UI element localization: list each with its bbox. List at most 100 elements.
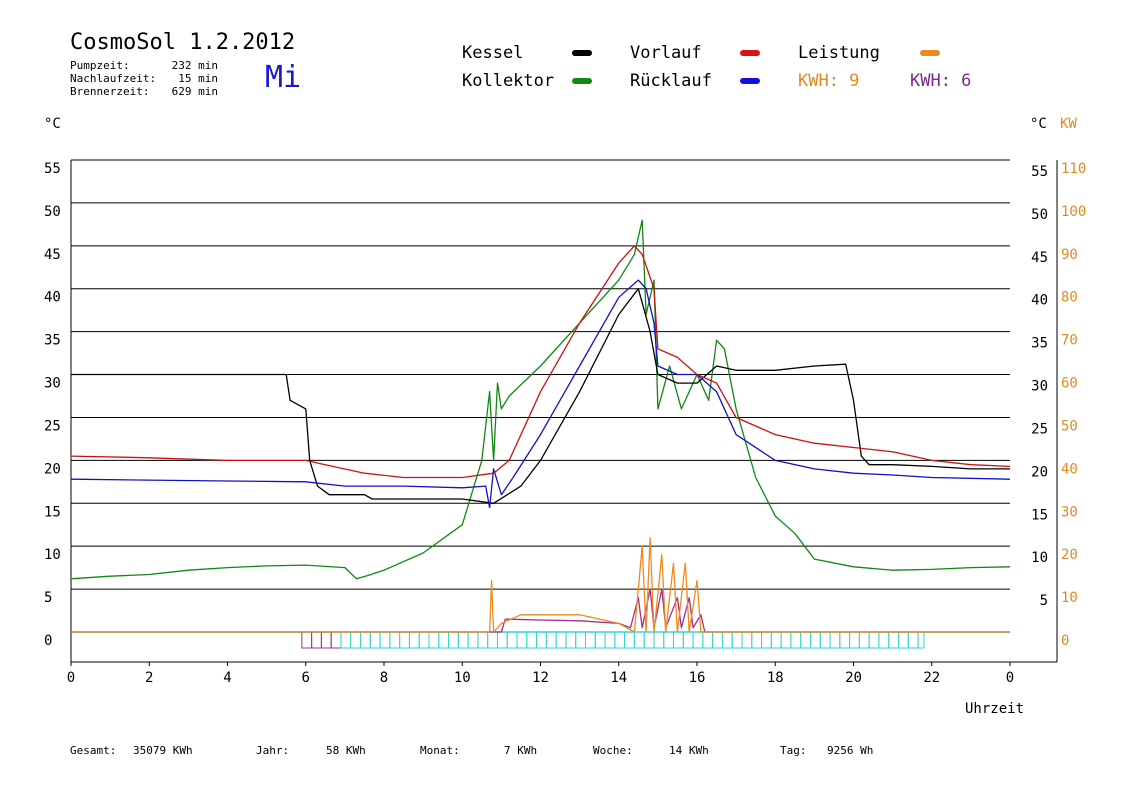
y2-tick-100: 100: [1061, 204, 1086, 220]
y-tick-left-40: 40: [44, 290, 61, 306]
pump-segment: [878, 631, 890, 649]
pump-segment: [643, 631, 655, 649]
y-tick-left-45: 45: [44, 247, 61, 263]
footer-monat-value: 7 KWh: [504, 744, 538, 757]
y-tick-left-15: 15: [44, 504, 61, 520]
x-tick-7: 14: [610, 670, 627, 686]
pump-segment: [526, 631, 538, 649]
footer-woche-value: 14 KWh: [669, 744, 709, 757]
pump-segment: [673, 631, 684, 649]
y2-tick-50: 50: [1061, 418, 1078, 434]
pump-segment: [692, 631, 704, 649]
pump-segment: [311, 631, 322, 649]
x-tick-6: 12: [532, 670, 549, 686]
pump-segment: [369, 631, 381, 649]
y-tick-right-5: 5: [1040, 593, 1048, 609]
pump-segment: [438, 631, 450, 649]
pump-segment: [487, 631, 498, 649]
pump-segment: [496, 631, 508, 649]
pump-segment: [536, 631, 547, 649]
y-tick-left-5: 5: [44, 590, 52, 606]
y2-tick-70: 70: [1061, 333, 1078, 349]
y-tick-left-50: 50: [44, 204, 61, 220]
y-tick-right-40: 40: [1031, 293, 1048, 309]
y2-tick-0: 0: [1061, 633, 1069, 649]
pump-segment: [399, 631, 410, 649]
series-line-kollektor: [70, 219, 1011, 580]
pump-segment: [702, 631, 714, 649]
pump-segment: [663, 631, 675, 649]
y2-tick-10: 10: [1061, 590, 1078, 606]
pump-segment: [604, 631, 616, 649]
footer-jahr-value: 58 KWh: [326, 744, 366, 757]
footer-tag-label: Tag:: [780, 744, 807, 757]
pump-segment: [800, 631, 811, 649]
y-tick-left-35: 35: [44, 333, 61, 349]
y-tick-left-20: 20: [44, 461, 61, 477]
pump-segment: [721, 631, 733, 649]
y2-tick-40: 40: [1061, 461, 1078, 477]
pump-segment: [360, 631, 371, 649]
y2-tick-20: 20: [1061, 547, 1078, 563]
footer-jahr-label: Jahr:: [256, 744, 290, 757]
footer-monat-label: Monat:: [420, 744, 460, 757]
x-tick-4: 8: [380, 670, 388, 686]
pump-segment: [330, 631, 342, 649]
pump-segment: [545, 631, 557, 649]
pump-segment: [320, 631, 332, 649]
y-tick-right-35: 35: [1031, 336, 1048, 352]
y-tick-right-10: 10: [1031, 550, 1048, 566]
y-tick-left-55: 55: [44, 161, 61, 177]
series-line-ruecklauf: [70, 279, 1011, 509]
x-tick-1: 2: [145, 670, 153, 686]
pump-segment: [858, 631, 870, 649]
y2-tick-30: 30: [1061, 504, 1078, 520]
pump-segment: [907, 631, 919, 649]
y-tick-right-20: 20: [1031, 464, 1048, 480]
pump-segment: [565, 631, 577, 649]
y-tick-right-50: 50: [1031, 207, 1048, 223]
pump-segment: [731, 631, 743, 649]
pump-segment: [301, 631, 313, 649]
y-tick-left-30: 30: [44, 376, 61, 392]
pump-segment: [467, 631, 479, 649]
y-tick-right-15: 15: [1031, 507, 1048, 523]
pump-segment: [624, 631, 635, 649]
pump-segment: [448, 631, 459, 649]
pump-segment: [408, 631, 420, 649]
pump-segment: [653, 631, 665, 649]
y-tick-right-30: 30: [1031, 379, 1048, 395]
pump-segment: [897, 631, 909, 649]
y2-tick-110: 110: [1061, 161, 1086, 177]
x-tick-0: 0: [67, 670, 75, 686]
footer-gesamt-value: 35079 KWh: [133, 744, 193, 757]
pump-segment: [633, 631, 645, 649]
pump-segment: [614, 631, 626, 649]
y2-tick-90: 90: [1061, 247, 1078, 263]
pump-segment: [888, 631, 899, 649]
pump-segment: [770, 631, 782, 649]
pump-segment: [506, 631, 518, 649]
x-tick-2: 4: [223, 670, 231, 686]
y-tick-right-55: 55: [1031, 164, 1048, 180]
pump-segment: [712, 631, 723, 649]
pump-segment: [819, 631, 831, 649]
x-tick-10: 20: [845, 670, 862, 686]
pump-segment: [829, 631, 841, 649]
y-tick-right-45: 45: [1031, 250, 1048, 266]
footer-gesamt-label: Gesamt:: [70, 744, 117, 757]
pump-segment: [575, 631, 586, 649]
pump-segment: [516, 631, 528, 649]
pump-segment: [780, 631, 792, 649]
pump-segment: [761, 631, 772, 649]
pump-segment: [868, 631, 880, 649]
pump-segment: [839, 631, 851, 649]
series-line-leistung: [71, 536, 1010, 633]
x-tick-8: 16: [689, 670, 706, 686]
y-tick-left-10: 10: [44, 547, 61, 563]
y2-tick-80: 80: [1061, 290, 1078, 306]
pump-segment: [849, 631, 860, 649]
pump-segment: [379, 631, 391, 649]
chart-svg: 0510152025303540455055510152025303540455…: [44, 159, 1086, 686]
y-tick-right-25: 25: [1031, 421, 1048, 437]
